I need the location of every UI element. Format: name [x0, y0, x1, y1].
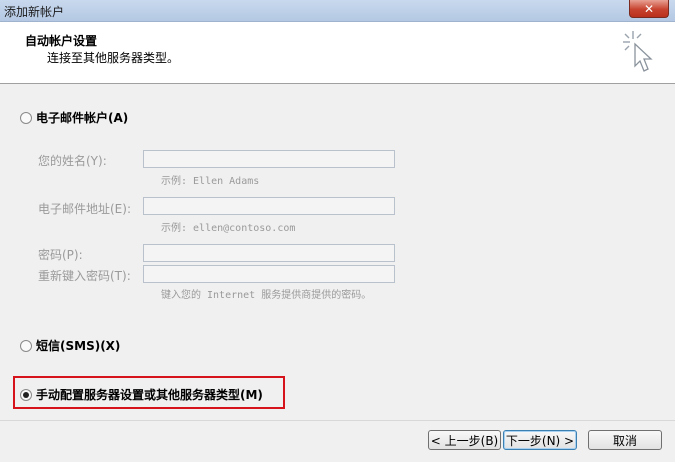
password-input[interactable]: [143, 244, 395, 262]
cancel-button[interactable]: 取消: [588, 430, 662, 450]
name-label: 您的姓名(Y):: [38, 154, 107, 168]
retype-password-input[interactable]: [143, 265, 395, 283]
email-account-label: 电子邮件帐户(A): [36, 111, 129, 125]
manual-config-radio[interactable]: [20, 388, 32, 401]
next-button[interactable]: 下一步(N) >: [503, 430, 577, 450]
name-hint: 示例: Ellen Adams: [161, 176, 260, 187]
email-input[interactable]: [143, 197, 395, 215]
wizard-cursor-icon: [623, 31, 653, 72]
wizard-header: 自动帐户设置 连接至其他服务器类型。: [0, 22, 675, 84]
close-button[interactable]: ✕: [629, 0, 669, 18]
back-button[interactable]: < 上一步(B): [428, 430, 501, 450]
email-hint: 示例: ellen@contoso.com: [161, 223, 296, 234]
email-label: 电子邮件地址(E):: [38, 202, 131, 216]
page-title: 自动帐户设置: [25, 34, 98, 48]
email-account-radio[interactable]: [20, 111, 32, 124]
manual-config-label: 手动配置服务器设置或其他服务器类型(M): [36, 388, 263, 402]
name-input[interactable]: [143, 150, 395, 168]
email-account-option[interactable]: 电子邮件帐户(A): [20, 109, 128, 126]
sms-option[interactable]: 短信(SMS)(X): [20, 337, 120, 354]
sms-radio[interactable]: [20, 339, 32, 352]
password-hint: 键入您的 Internet 服务提供商提供的密码。: [161, 290, 372, 301]
title-bar: 添加新帐户 ✕: [0, 0, 675, 22]
window-title: 添加新帐户: [4, 5, 65, 19]
retype-password-label: 重新键入密码(T):: [38, 269, 131, 283]
close-icon: ✕: [643, 1, 655, 16]
page-subtitle: 连接至其他服务器类型。: [47, 51, 180, 65]
button-divider: [0, 420, 675, 421]
sms-label: 短信(SMS)(X): [36, 339, 121, 353]
manual-config-option[interactable]: 手动配置服务器设置或其他服务器类型(M): [20, 386, 263, 403]
password-label: 密码(P):: [38, 248, 83, 262]
